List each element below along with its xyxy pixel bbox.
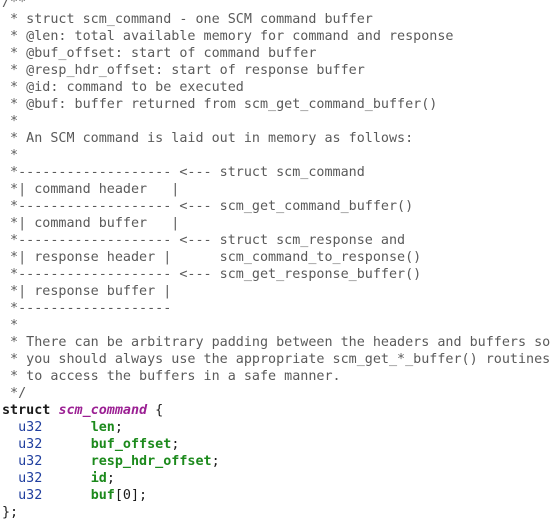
- struct-declaration: struct scm_command {: [2, 402, 550, 419]
- comment-line: *| command header |: [2, 182, 180, 197]
- struct-name: scm_command: [58, 403, 148, 418]
- comment-line: /**: [2, 0, 27, 10]
- field-suffix: ;: [171, 437, 180, 452]
- field-suffix: ;: [114, 420, 123, 435]
- field-pad: [42, 454, 90, 469]
- comment-line: * @buf: buffer returned from scm_get_com…: [2, 97, 438, 112]
- comment-line: * @resp_hdr_offset: start of response bu…: [2, 63, 365, 78]
- comment-line: *------------------- <--- scm_get_respon…: [2, 267, 422, 282]
- comment-line: * @id: command to be executed: [2, 80, 244, 95]
- comment-line: */: [2, 386, 27, 401]
- field-type: u32: [18, 437, 43, 452]
- field-type: u32: [18, 454, 43, 469]
- struct-field: u32 len;: [2, 419, 550, 436]
- comment-line: *-------------------: [2, 301, 172, 316]
- comment-line: * @len: total available memory for comma…: [2, 29, 454, 44]
- field-name: len: [90, 420, 115, 435]
- comment-line: *------------------- <--- struct scm_res…: [2, 233, 406, 248]
- comment-line: * @buf_offset: start of command buffer: [2, 46, 317, 61]
- field-name: buf: [90, 488, 115, 503]
- field-type: u32: [18, 471, 43, 486]
- comment-line: * An SCM command is laid out in memory a…: [2, 131, 414, 146]
- field-suffix: ;: [106, 471, 115, 486]
- closing-brace: };: [2, 505, 19, 520]
- comment-line: * you should always use the appropriate …: [2, 352, 551, 367]
- comment-line: *: [2, 318, 19, 333]
- comment-line: *------------------- <--- struct scm_com…: [2, 165, 365, 180]
- field-suffix: [0];: [114, 488, 148, 503]
- field-type: u32: [18, 420, 43, 435]
- code-view: /** * struct scm_command - one SCM comma…: [2, 0, 550, 521]
- struct-keyword: struct: [2, 403, 51, 418]
- field-pad: [42, 437, 90, 452]
- field-name: resp_hdr_offset: [90, 454, 212, 469]
- comment-line: *: [2, 148, 19, 163]
- field-pad: [42, 471, 90, 486]
- struct-field: u32 resp_hdr_offset;: [2, 453, 550, 470]
- field-type: u32: [18, 488, 43, 503]
- comment-line: *| response buffer |: [2, 284, 172, 299]
- struct-field: u32 buf_offset;: [2, 436, 550, 453]
- open-brace: {: [147, 403, 164, 418]
- comment-line: * struct scm_command - one SCM command b…: [2, 12, 373, 27]
- field-suffix: ;: [211, 454, 220, 469]
- comment-line: *| command buffer |: [2, 216, 180, 231]
- comment-line: *| response header | scm_command_to_resp…: [2, 250, 422, 265]
- field-pad: [42, 420, 90, 435]
- field-name: id: [90, 471, 107, 486]
- comment-line: *: [2, 114, 19, 129]
- comment-line: * There can be arbitrary padding between…: [2, 335, 551, 350]
- comment-line: *------------------- <--- scm_get_comman…: [2, 199, 414, 214]
- field-name: buf_offset: [90, 437, 172, 452]
- comment-line: * to access the buffers in a safe manner…: [2, 369, 341, 384]
- struct-field: u32 id;: [2, 470, 550, 487]
- field-pad: [42, 488, 90, 503]
- struct-field: u32 buf[0];: [2, 487, 550, 504]
